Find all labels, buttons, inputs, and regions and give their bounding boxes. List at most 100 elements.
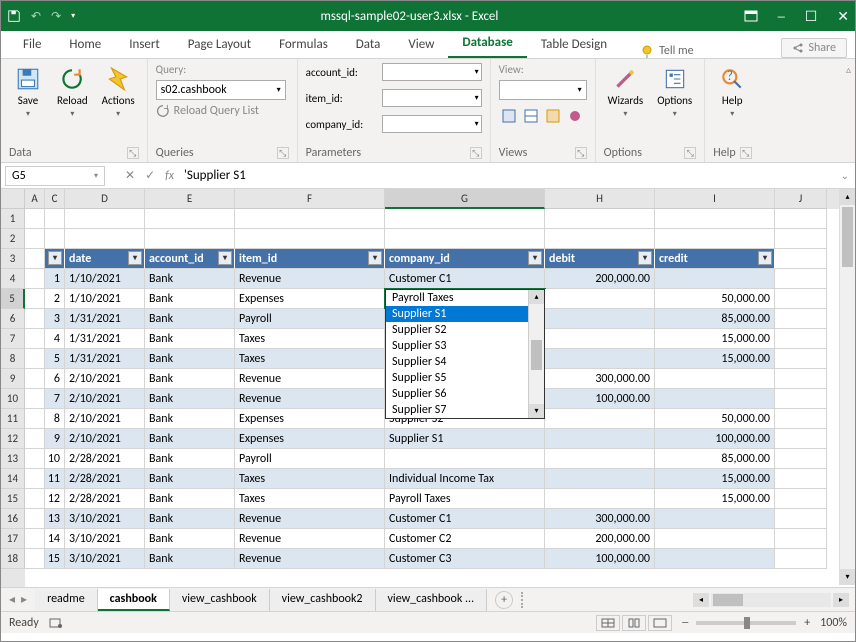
table-cell[interactable]: Taxes <box>235 489 385 509</box>
table-cell[interactable] <box>25 329 45 349</box>
table-cell[interactable]: Bank <box>145 389 235 409</box>
tab-page-layout[interactable]: Page Layout <box>174 31 265 58</box>
table-cell[interactable]: 15,000.00 <box>655 329 775 349</box>
table-cell[interactable]: Customer C1 <box>385 269 545 289</box>
table-cell[interactable]: 85,000.00 <box>655 449 775 469</box>
filter-icon[interactable]: ▾ <box>48 251 62 265</box>
table-cell[interactable] <box>545 309 655 329</box>
zoom-in-button[interactable]: + <box>804 616 810 630</box>
table-cell[interactable] <box>655 369 775 389</box>
hscroll-left-icon[interactable]: ◂ <box>693 593 709 607</box>
table-cell[interactable]: 50,000.00 <box>655 409 775 429</box>
param-combo[interactable]: ▾ <box>382 89 482 107</box>
table-cell[interactable] <box>775 349 827 369</box>
table-cell[interactable] <box>775 509 827 529</box>
param-combo[interactable]: ▾ <box>382 115 482 133</box>
table-cell[interactable]: Individual Income Tax <box>385 469 545 489</box>
table-cell[interactable]: 8 <box>45 409 65 429</box>
table-cell[interactable]: 5 <box>45 349 65 369</box>
tab-home[interactable]: Home <box>55 31 115 58</box>
accept-formula-icon[interactable]: ✓ <box>145 168 155 183</box>
row-header[interactable]: 15 <box>1 489 25 509</box>
table-cell[interactable]: Bank <box>145 309 235 329</box>
hscroll-right-icon[interactable]: ▸ <box>833 593 849 607</box>
col-header[interactable]: C <box>45 189 65 209</box>
table-cell[interactable]: Expenses <box>235 409 385 429</box>
table-cell[interactable] <box>385 449 545 469</box>
row-header[interactable]: 17 <box>1 529 25 549</box>
dropdown-option[interactable]: Supplier S2 <box>386 322 544 338</box>
table-cell[interactable] <box>545 329 655 349</box>
tell-me[interactable]: Tell me <box>641 44 694 58</box>
table-cell[interactable] <box>25 509 45 529</box>
table-cell[interactable]: 1/10/2021 <box>65 269 145 289</box>
cancel-formula-icon[interactable]: ✕ <box>125 168 135 183</box>
table-cell[interactable] <box>545 349 655 369</box>
row-header[interactable]: 13 <box>1 449 25 469</box>
filter-icon[interactable]: ▾ <box>528 251 542 265</box>
table-cell[interactable]: Revenue <box>235 369 385 389</box>
table-cell[interactable]: 200,000.00 <box>545 529 655 549</box>
zoom-slider[interactable] <box>696 621 796 625</box>
help-button[interactable]: ? Help▾ <box>713 63 751 121</box>
close-button[interactable]: ✕ <box>837 8 849 25</box>
tab-formulas[interactable]: Formulas <box>265 31 342 58</box>
table-cell[interactable] <box>25 349 45 369</box>
table-cell[interactable]: 3/10/2021 <box>65 529 145 549</box>
table-cell[interactable]: 2/10/2021 <box>65 389 145 409</box>
table-cell[interactable] <box>655 389 775 409</box>
zoom-level[interactable]: 100% <box>820 616 847 630</box>
company-dropdown[interactable]: Payroll TaxesSupplier S1Supplier S2Suppl… <box>385 289 545 419</box>
table-cell[interactable]: Taxes <box>235 469 385 489</box>
vertical-scrollbar[interactable]: ▴ ▾ <box>839 189 855 585</box>
wizards-button[interactable]: Wizards▾ <box>604 63 648 121</box>
table-cell[interactable] <box>545 489 655 509</box>
table-cell[interactable] <box>25 489 45 509</box>
view-normal-icon[interactable] <box>596 615 620 631</box>
table-header-date[interactable]: date▾ <box>65 249 145 269</box>
table-cell[interactable] <box>545 289 655 309</box>
table-cell[interactable] <box>775 309 827 329</box>
filter-icon[interactable]: ▾ <box>128 251 142 265</box>
table-cell[interactable]: Expenses <box>235 289 385 309</box>
table-cell[interactable] <box>25 429 45 449</box>
param-combo[interactable]: ▾ <box>382 63 482 81</box>
dialog-launcher-icon[interactable]: ⤡ <box>740 147 752 159</box>
table-header-debit[interactable]: debit▾ <box>545 249 655 269</box>
table-cell[interactable]: 85,000.00 <box>655 309 775 329</box>
save-button[interactable]: Save▾ <box>9 63 47 121</box>
table-cell[interactable]: 10 <box>45 449 65 469</box>
row-header[interactable]: 10 <box>1 389 25 409</box>
col-header[interactable]: D <box>65 189 145 209</box>
row-header[interactable]: 12 <box>1 429 25 449</box>
table-cell[interactable]: 200,000.00 <box>545 269 655 289</box>
table-cell[interactable]: Customer C3 <box>385 549 545 569</box>
table-cell[interactable]: 6 <box>45 369 65 389</box>
table-cell[interactable]: 4 <box>45 329 65 349</box>
sheet-tab-view_cashbook2[interactable]: view_cashbook2 <box>270 589 376 611</box>
table-cell[interactable]: 1/31/2021 <box>65 329 145 349</box>
table-cell[interactable]: Payroll <box>235 309 385 329</box>
save-icon[interactable] <box>7 9 21 23</box>
scroll-thumb[interactable] <box>842 207 853 267</box>
zoom-out-button[interactable]: ─ <box>682 616 688 630</box>
table-cell[interactable]: Bank <box>145 369 235 389</box>
sheet-tab-view_cashbook[interactable]: view_cashbook <box>170 589 270 611</box>
table-cell[interactable]: Taxes <box>235 349 385 369</box>
table-cell[interactable] <box>775 449 827 469</box>
table-cell[interactable] <box>25 409 45 429</box>
sheet-tab-view_cashbook----[interactable]: view_cashbook ... <box>376 589 488 611</box>
table-cell[interactable] <box>775 409 827 429</box>
row-header[interactable]: 7 <box>1 329 25 349</box>
table-cell[interactable] <box>655 269 775 289</box>
tab-insert[interactable]: Insert <box>115 31 174 58</box>
horizontal-scrollbar[interactable] <box>711 593 831 607</box>
dialog-launcher-icon[interactable]: ⤡ <box>684 147 696 159</box>
table-cell[interactable] <box>25 469 45 489</box>
table-cell[interactable] <box>545 469 655 489</box>
row-header[interactable]: 8 <box>1 349 25 369</box>
table-cell[interactable] <box>775 389 827 409</box>
table-cell[interactable]: 2/10/2021 <box>65 409 145 429</box>
sheet-tab-readme[interactable]: readme <box>35 589 98 611</box>
col-header[interactable]: A <box>25 189 45 209</box>
